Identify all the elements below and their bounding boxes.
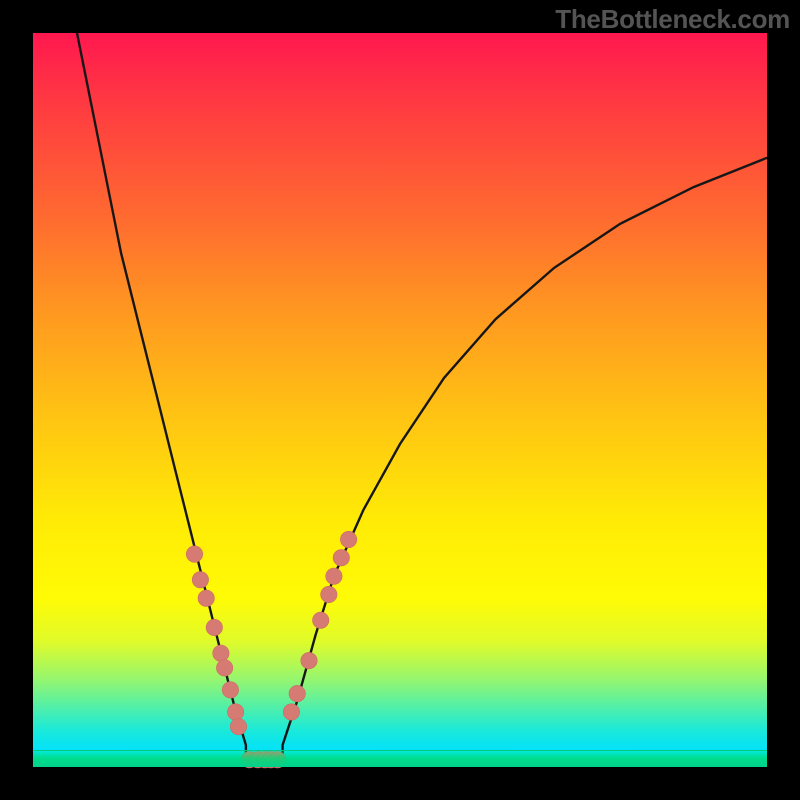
- data-dots: [33, 33, 767, 767]
- data-dot: [227, 704, 243, 720]
- watermark-label: TheBottleneck.com: [555, 4, 790, 35]
- data-dot: [340, 531, 356, 547]
- chart-frame: TheBottleneck.com: [0, 0, 800, 800]
- data-dot: [289, 685, 305, 701]
- data-dot: [283, 704, 299, 720]
- optimal-band: [33, 750, 767, 767]
- data-dot: [313, 612, 329, 628]
- data-dot: [192, 572, 208, 588]
- data-dot: [213, 645, 229, 661]
- plot-area: [33, 33, 767, 767]
- data-dot: [321, 586, 337, 602]
- data-dot: [186, 546, 202, 562]
- data-dot: [206, 619, 222, 635]
- data-dot: [198, 590, 214, 606]
- data-dot: [222, 682, 238, 698]
- data-dot: [216, 660, 232, 676]
- data-dot: [326, 568, 342, 584]
- data-dot: [230, 718, 246, 734]
- data-dot: [301, 652, 317, 668]
- data-dot: [333, 550, 349, 566]
